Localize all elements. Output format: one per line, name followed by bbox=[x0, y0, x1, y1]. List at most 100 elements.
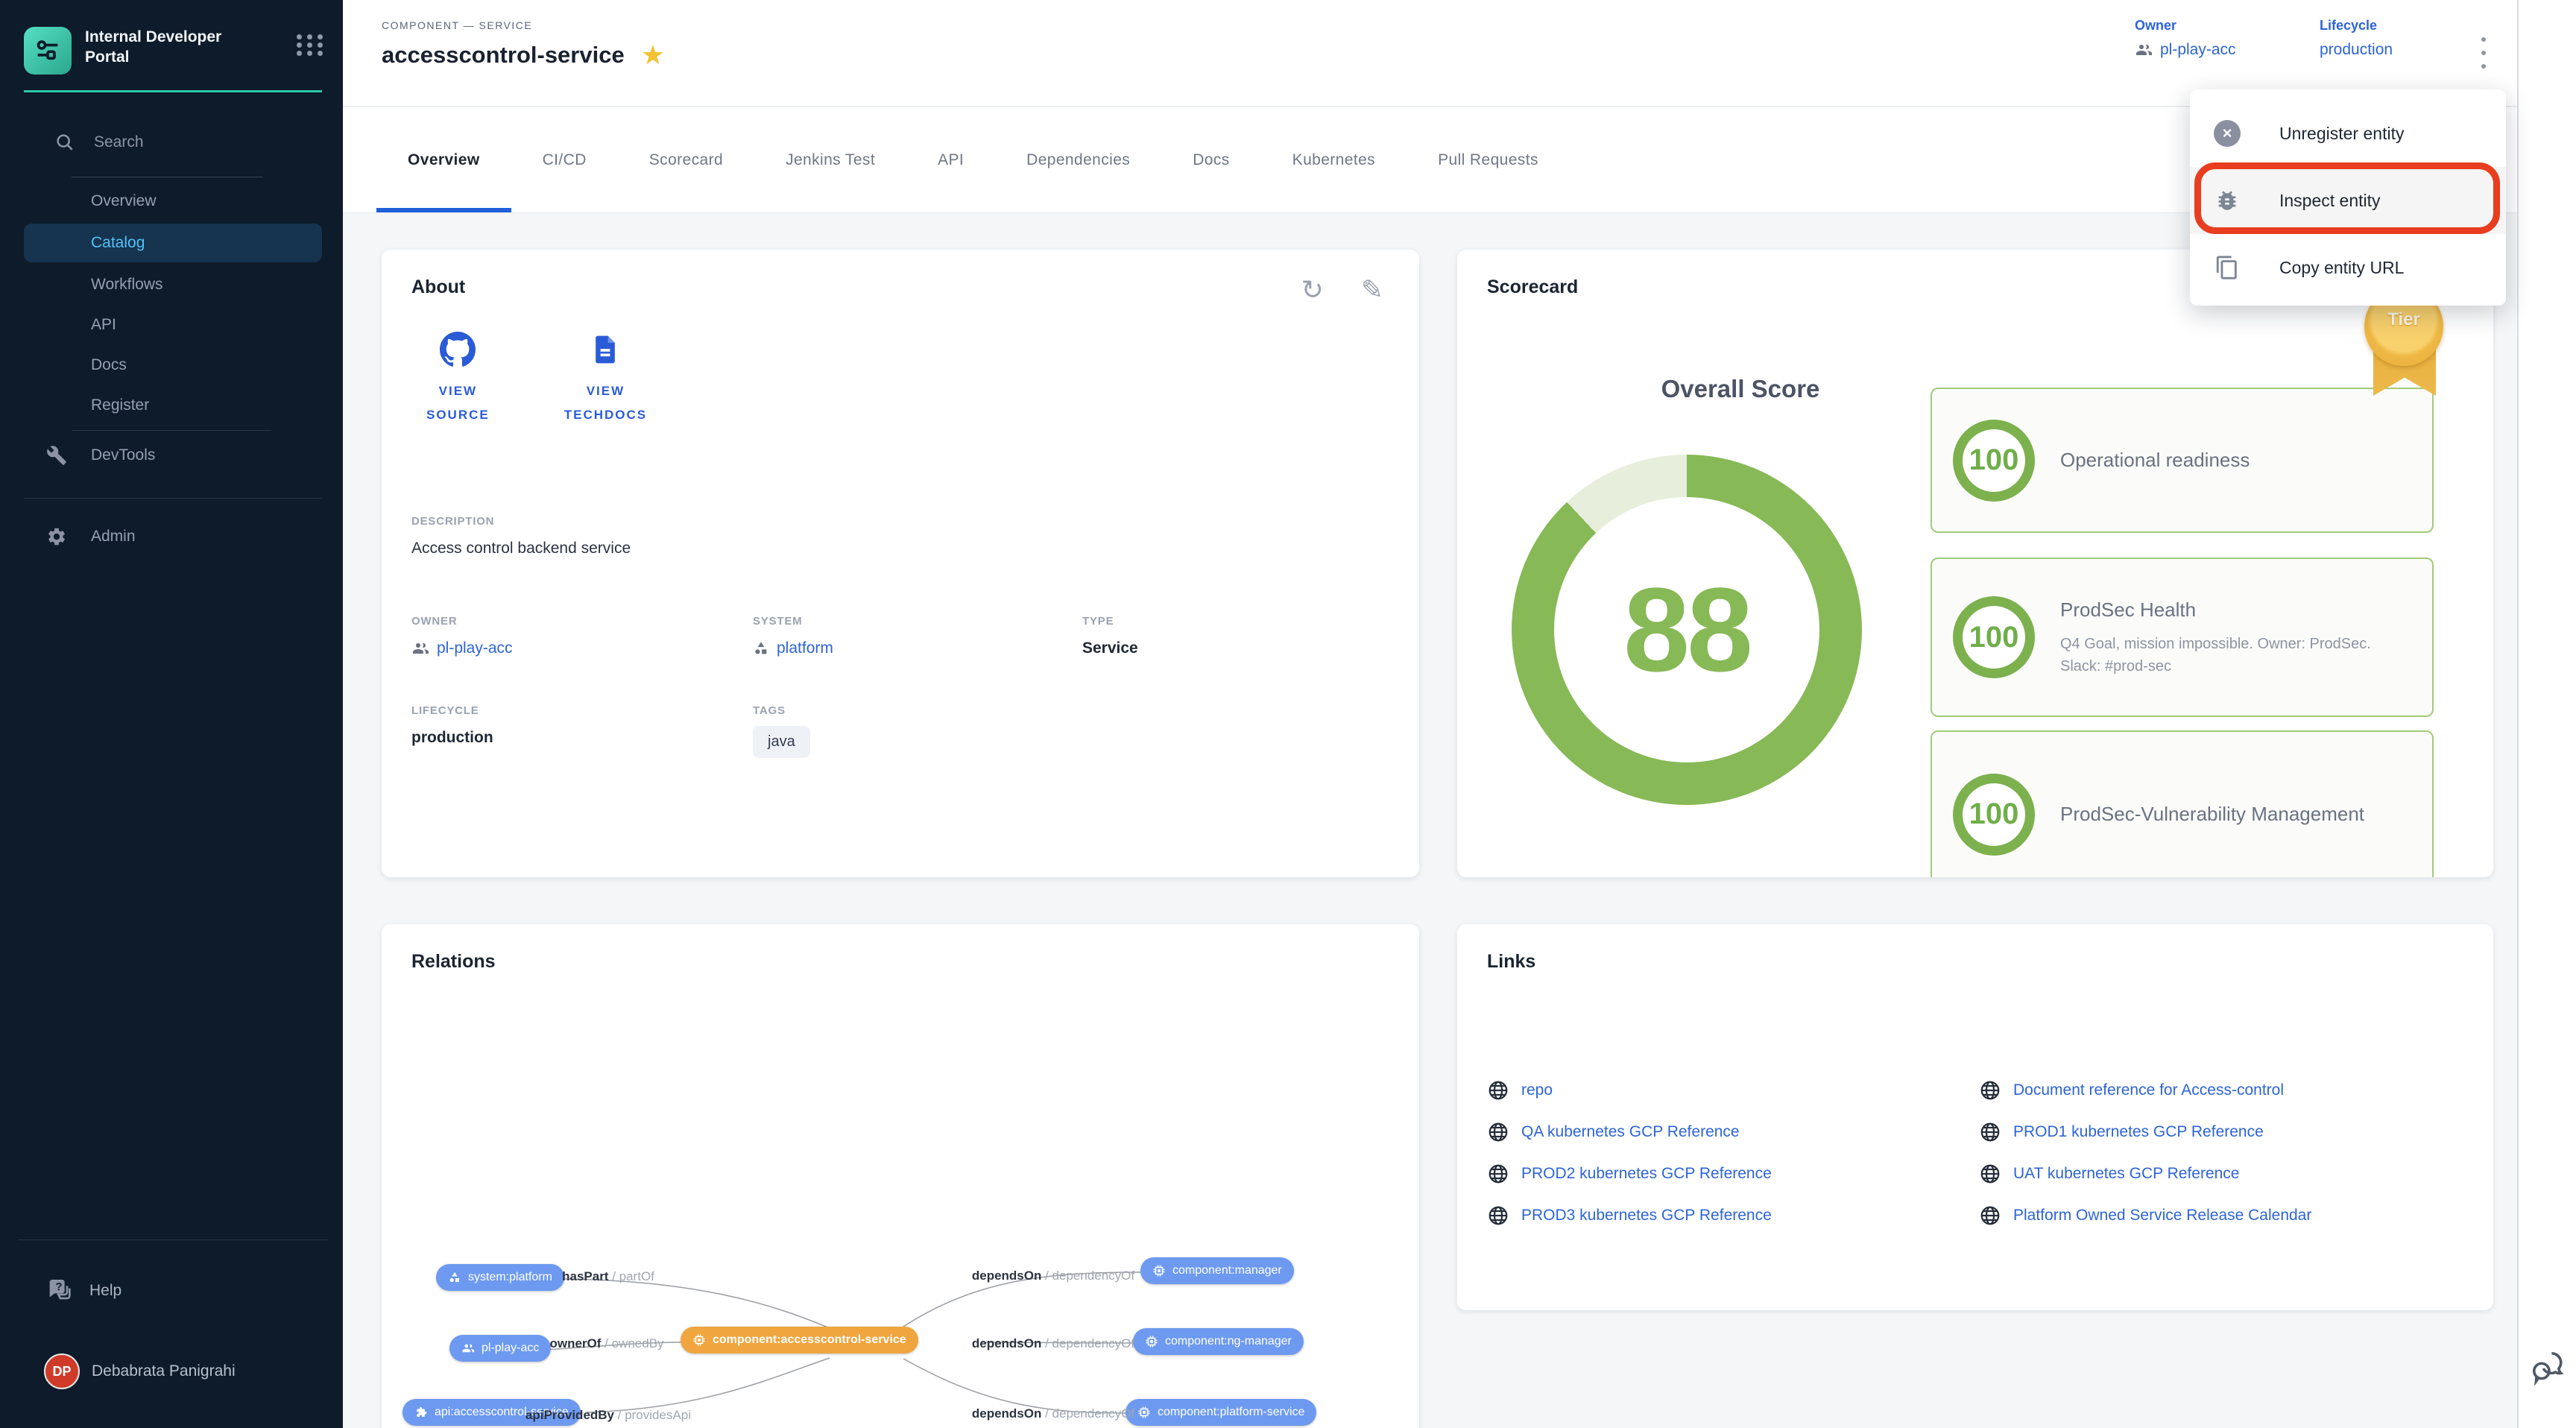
system-icon bbox=[448, 1271, 461, 1284]
sidebar-divider bbox=[24, 498, 322, 499]
svg-text:?: ? bbox=[55, 1280, 62, 1293]
menu-item-inspect-entity[interactable]: Inspect entity bbox=[2190, 167, 2506, 234]
tag-chip[interactable]: java bbox=[753, 726, 810, 758]
score-item-operational-readiness[interactable]: 100 Operational readiness bbox=[1931, 388, 2434, 533]
sidebar-item-help[interactable]: ? Help bbox=[45, 1276, 121, 1306]
sidebar: Internal Developer Portal Search Overvie… bbox=[0, 0, 343, 1428]
sidebar-item-admin[interactable]: Admin bbox=[0, 516, 343, 557]
tab-api[interactable]: API bbox=[906, 107, 995, 212]
sidebar-search[interactable]: Search bbox=[54, 131, 144, 154]
link-prod3-kubernetes[interactable]: PROD3 kubernetes GCP Reference bbox=[1487, 1203, 1772, 1228]
sidebar-item-devtools[interactable]: DevTools bbox=[0, 435, 343, 476]
graph-node-component-manager[interactable]: component:manager bbox=[1140, 1257, 1294, 1284]
link-prod1-kubernetes[interactable]: PROD1 kubernetes GCP Reference bbox=[1979, 1119, 2311, 1145]
link-repo[interactable]: repo bbox=[1487, 1078, 1772, 1103]
lifecycle-label: Lifecycle bbox=[2320, 18, 2393, 34]
score-title: Operational readiness bbox=[2060, 447, 2403, 473]
system-field-link[interactable]: platform bbox=[753, 639, 833, 657]
owner-field-link[interactable]: pl-play-acc bbox=[411, 639, 513, 657]
graph-node-pl-play-acc[interactable]: pl-play-acc bbox=[449, 1335, 551, 1362]
entity-context-menu: × Unregister entity Inspect entity Copy … bbox=[2190, 89, 2506, 306]
tab-scorecard[interactable]: Scorecard bbox=[618, 107, 754, 212]
sidebar-item-docs[interactable]: Docs bbox=[0, 345, 343, 385]
github-icon bbox=[440, 332, 476, 367]
graph-node-component-accesscontrol-service[interactable]: component:accesscontrol-service bbox=[681, 1327, 918, 1353]
link-uat-kubernetes[interactable]: UAT kubernetes GCP Reference bbox=[1979, 1161, 2311, 1187]
graph-node-system-platform[interactable]: system:platform bbox=[436, 1264, 564, 1291]
sidebar-item-api[interactable]: API bbox=[0, 305, 343, 345]
bug-icon bbox=[2214, 188, 2240, 213]
link-release-calendar[interactable]: Platform Owned Service Release Calendar bbox=[1979, 1203, 2311, 1228]
breadcrumb: COMPONENT — SERVICE bbox=[382, 19, 532, 31]
apps-grid-icon[interactable] bbox=[297, 34, 325, 56]
app-logo-icon[interactable] bbox=[24, 27, 72, 75]
tab-dependencies[interactable]: Dependencies bbox=[995, 107, 1161, 212]
menu-item-copy-entity-url[interactable]: Copy entity URL bbox=[2190, 234, 2506, 301]
view-techdocs-button[interactable]: VIEW TECHDOCS bbox=[564, 332, 647, 423]
type-field-label: TYPE bbox=[1082, 615, 1138, 628]
sidebar-item-register[interactable]: Register bbox=[0, 385, 343, 426]
lifecycle-meta: Lifecycle production bbox=[2320, 18, 2393, 59]
sidebar-item-workflows[interactable]: Workflows bbox=[0, 265, 343, 305]
tab-jenkins-test[interactable]: Jenkins Test bbox=[754, 107, 906, 212]
techdocs-icon bbox=[589, 332, 622, 367]
more-options-button[interactable] bbox=[2469, 36, 2498, 70]
globe-icon bbox=[1979, 1121, 2001, 1143]
overall-score-value: 88 bbox=[1623, 561, 1750, 698]
sidebar-nav: Overview Catalog Workflows API Docs Regi… bbox=[0, 181, 343, 557]
owner-link[interactable]: pl-play-acc bbox=[2135, 41, 2236, 59]
chat-widget-icon[interactable] bbox=[2529, 1348, 2569, 1388]
globe-icon bbox=[1487, 1163, 1509, 1185]
score-badge: 100 bbox=[1953, 420, 2035, 502]
lifecycle-field-value: production bbox=[411, 729, 493, 747]
edge-label-ownerof: ownerOf / ownedBy bbox=[549, 1336, 663, 1351]
about-heading: About bbox=[411, 277, 465, 298]
edge-label-haspart: hasPart / partOf bbox=[562, 1269, 654, 1284]
favorite-star-icon[interactable]: ★ bbox=[641, 42, 665, 69]
relations-card: Relations system:platform pl-play-acc bbox=[382, 924, 1419, 1428]
search-placeholder: Search bbox=[94, 133, 144, 151]
globe-icon bbox=[1979, 1163, 2001, 1185]
graph-node-component-ng-manager[interactable]: component:ng-manager bbox=[1133, 1328, 1304, 1355]
view-source-button[interactable]: VIEW SOURCE bbox=[426, 332, 490, 423]
sidebar-accent-divider bbox=[24, 90, 322, 92]
graph-node-component-platform-service[interactable]: component:platform-service bbox=[1126, 1399, 1316, 1426]
globe-icon bbox=[1979, 1079, 2001, 1102]
chip-icon bbox=[1152, 1264, 1166, 1277]
score-item-prodsec-vulnerability[interactable]: 100 ProdSec-Vulnerability Management bbox=[1931, 730, 2434, 877]
about-card: About ↻ ✎ VIEW SOURCE VIEW TECHDOCS DESC… bbox=[382, 250, 1419, 877]
chip-icon bbox=[692, 1333, 706, 1347]
app-title: Internal Developer Portal bbox=[85, 27, 242, 67]
edit-icon[interactable]: ✎ bbox=[1361, 277, 1383, 303]
sidebar-item-catalog[interactable]: Catalog bbox=[24, 224, 322, 262]
right-rail bbox=[2517, 0, 2576, 1428]
entity-header: COMPONENT — SERVICE accesscontrol-servic… bbox=[343, 0, 2517, 107]
help-label: Help bbox=[89, 1282, 121, 1300]
tab-cicd[interactable]: CI/CD bbox=[511, 107, 618, 212]
scorecard-card: Scorecard Overall Score 88 100 Operation… bbox=[1457, 250, 2493, 877]
links-heading: Links bbox=[1487, 951, 1535, 973]
edge-label-dependson-3: dependsOn / dependencyOf bbox=[972, 1406, 1134, 1421]
description-label: DESCRIPTION bbox=[411, 515, 1082, 528]
refresh-icon[interactable]: ↻ bbox=[1301, 277, 1324, 303]
lifecycle-field-label: LIFECYCLE bbox=[411, 704, 493, 717]
link-prod2-kubernetes[interactable]: PROD2 kubernetes GCP Reference bbox=[1487, 1161, 1772, 1187]
help-chat-icon: ? bbox=[45, 1276, 75, 1306]
tab-overview[interactable]: Overview bbox=[376, 107, 511, 212]
menu-item-unregister-entity[interactable]: × Unregister entity bbox=[2190, 100, 2506, 167]
type-field-value: Service bbox=[1082, 639, 1138, 657]
group-icon bbox=[2135, 41, 2153, 59]
puzzle-icon bbox=[414, 1406, 428, 1419]
tab-docs[interactable]: Docs bbox=[1161, 107, 1260, 212]
score-badge: 100 bbox=[1953, 596, 2035, 678]
tab-kubernetes[interactable]: Kubernetes bbox=[1261, 107, 1407, 212]
score-title: ProdSec-Vulnerability Management bbox=[2060, 801, 2403, 827]
user-profile[interactable]: DP Debabrata Panigrahi bbox=[44, 1353, 236, 1389]
tab-pull-requests[interactable]: Pull Requests bbox=[1407, 107, 1570, 212]
link-document-reference[interactable]: Document reference for Access-control bbox=[1979, 1078, 2311, 1103]
page-title: accesscontrol-service bbox=[382, 42, 625, 69]
link-qa-kubernetes[interactable]: QA kubernetes GCP Reference bbox=[1487, 1119, 1772, 1145]
gear-icon bbox=[46, 526, 67, 547]
score-item-prodsec-health[interactable]: 100 ProdSec Health Q4 Goal, mission impo… bbox=[1931, 557, 2434, 717]
sidebar-item-overview[interactable]: Overview bbox=[0, 181, 343, 221]
